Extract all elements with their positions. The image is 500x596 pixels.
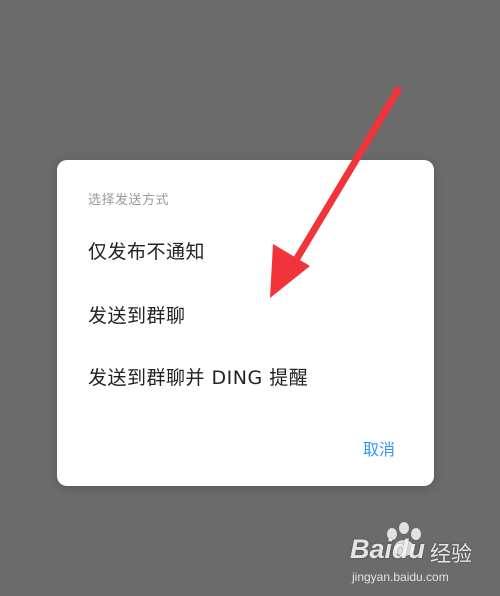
baidu-jingyan-watermark: Baidu 经验 jingyan.baidu.com bbox=[330, 522, 500, 596]
watermark-brand: Baidu bbox=[350, 534, 426, 564]
watermark-url: jingyan.baidu.com bbox=[352, 570, 449, 584]
dialog-title: 选择发送方式 bbox=[88, 193, 170, 208]
send-method-dialog: 选择发送方式 仅发布不通知 发送到群聊 发送到群聊并 DING 提醒 取消 bbox=[57, 160, 434, 486]
watermark-brand-cn: 经验 bbox=[430, 542, 472, 566]
cancel-button[interactable]: 取消 bbox=[363, 436, 395, 460]
option-publish-no-notify[interactable]: 仅发布不通知 bbox=[88, 237, 205, 264]
option-send-to-group[interactable]: 发送到群聊 bbox=[88, 301, 186, 328]
option-send-to-group-ding[interactable]: 发送到群聊并 DING 提醒 bbox=[88, 363, 308, 390]
